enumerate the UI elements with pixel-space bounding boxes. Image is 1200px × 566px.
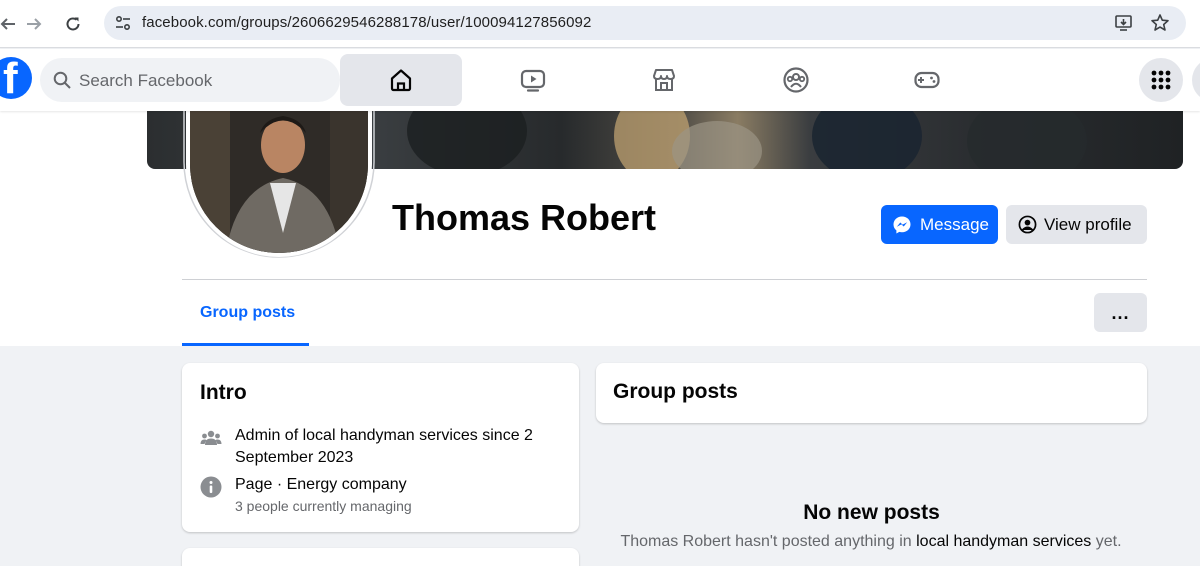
empty-state-text: Thomas Robert hasn't posted anything in … — [606, 531, 1136, 553]
profile-name: Thomas Robert — [392, 197, 657, 238]
url-text[interactable]: facebook.com/groups/2606629546288178/use… — [142, 14, 591, 31]
messenger-icon — [893, 216, 911, 233]
tab-video[interactable] — [472, 54, 594, 106]
info-icon — [200, 476, 222, 498]
search-icon — [53, 71, 71, 89]
view-profile-label: View profile — [1044, 214, 1132, 234]
tab-gaming[interactable] — [866, 54, 988, 106]
facebook-logo-letter: f — [3, 57, 18, 99]
gaming-icon — [914, 71, 940, 89]
tab-group-posts-label: Group posts — [200, 304, 296, 321]
intro-admin-text: Admin of local handyman services since 2… — [235, 425, 565, 469]
page-label: Page — [235, 476, 273, 493]
active-tab-indicator — [182, 343, 309, 346]
reload-button[interactable] — [59, 10, 87, 38]
intro-title: Intro — [200, 381, 247, 404]
message-button[interactable]: Message — [881, 205, 998, 244]
install-app-icon[interactable] — [1114, 13, 1134, 33]
intro-page-row: Page · Energy company 3 people currently… — [200, 474, 570, 520]
arrow-right-icon — [27, 18, 42, 30]
site-info-icon[interactable] — [114, 14, 132, 32]
user-circle-icon — [1018, 215, 1037, 234]
search-input[interactable]: Search Facebook — [79, 71, 212, 91]
tab-marketplace[interactable] — [603, 54, 725, 106]
address-bar[interactable]: facebook.com/groups/2606629546288178/use… — [104, 6, 1186, 40]
second-card — [182, 548, 579, 566]
groups-icon — [783, 67, 809, 93]
bookmark-star-icon[interactable] — [1150, 13, 1170, 33]
empty-state-title: No new posts — [803, 501, 940, 524]
reload-icon — [66, 17, 80, 31]
messenger-button[interactable] — [1192, 58, 1200, 102]
empty-suffix: yet. — [1091, 533, 1122, 550]
tab-home[interactable] — [340, 54, 462, 106]
group-posts-card: Group posts — [596, 363, 1147, 423]
profile-header: Thomas Robert Message View profile Group… — [0, 99, 1200, 346]
header-divider — [182, 279, 1147, 280]
intro-card: Intro Admin of local handyman services s… — [182, 363, 579, 532]
more-icon: ... — [1111, 302, 1130, 323]
group-posts-title: Group posts — [613, 380, 738, 403]
intro-admin-row: Admin of local handyman services since 2… — [200, 425, 570, 471]
view-profile-button[interactable]: View profile — [1006, 205, 1147, 244]
admin-group-link[interactable]: local handyman services — [303, 427, 478, 444]
empty-prefix: Thomas Robert hasn't posted anything in — [620, 533, 917, 550]
people-icon — [200, 430, 222, 445]
arrow-left-icon — [0, 18, 15, 30]
facebook-logo[interactable]: f — [0, 57, 32, 99]
video-icon — [520, 69, 546, 92]
browser-toolbar: facebook.com/groups/2606629546288178/use… — [0, 0, 1200, 48]
menu-grid-icon — [1151, 70, 1171, 90]
forward-button[interactable] — [20, 10, 48, 38]
facebook-header: f Search Facebook — [0, 49, 1200, 111]
home-icon — [390, 69, 412, 92]
back-button[interactable] — [0, 10, 22, 38]
message-button-label: Message — [920, 214, 989, 234]
menu-button[interactable] — [1139, 58, 1183, 102]
admin-prefix: Admin of — [235, 427, 303, 444]
managing-text: 3 people currently managing — [235, 498, 412, 514]
tab-group-posts[interactable]: Group posts — [182, 280, 309, 346]
more-options-button[interactable]: ... — [1094, 293, 1147, 332]
page-category: · Energy company — [272, 476, 407, 493]
intro-page-text: Page · Energy company 3 people currently… — [235, 474, 565, 516]
search-box[interactable]: Search Facebook — [40, 58, 340, 102]
empty-group-link[interactable]: local handyman services — [916, 533, 1091, 550]
tab-groups[interactable] — [735, 54, 857, 106]
marketplace-icon — [653, 69, 675, 91]
